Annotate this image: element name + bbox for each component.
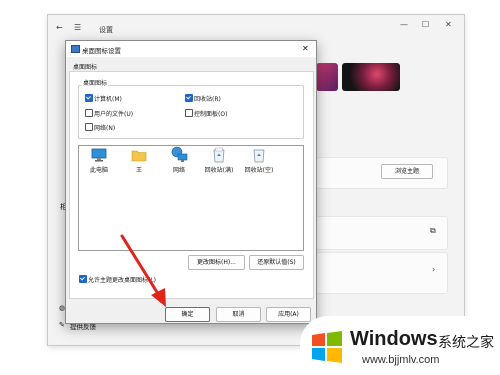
watermark-brand: Windows [350, 328, 438, 350]
watermark-brand-cn: 系统之家 [438, 335, 494, 351]
windows-logo-icon [312, 331, 342, 363]
watermark-badge: Windows 系统之家 www.bjjmlv.com [300, 316, 500, 375]
watermark-url: www.bjjmlv.com [362, 354, 440, 366]
